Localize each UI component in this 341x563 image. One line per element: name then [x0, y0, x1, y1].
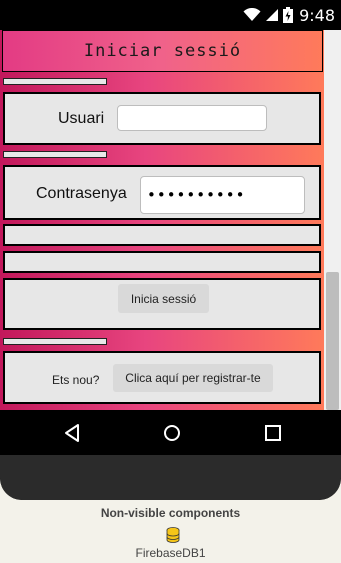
battery-icon [283, 7, 294, 23]
divider-bar [3, 151, 107, 158]
scrollbar[interactable] [324, 30, 341, 410]
login-button[interactable]: Inicia sessió [118, 284, 209, 313]
firebase-component-label[interactable]: FirebaseDB1 [0, 546, 341, 560]
nav-bar [0, 410, 341, 455]
scrollbar-thumb[interactable] [326, 272, 339, 410]
app-screen: Iniciar sessió Usuari Contrasenya ••••••… [0, 30, 341, 410]
status-bar: 9:48 [0, 0, 341, 30]
register-button[interactable]: Clica aquí per registrar-te [113, 364, 273, 392]
database-icon [166, 527, 180, 543]
home-icon[interactable] [161, 422, 183, 444]
recents-icon[interactable] [262, 422, 284, 444]
page-title: Iniciar sessió [2, 30, 323, 72]
username-row: Usuari [3, 92, 321, 145]
username-label: Usuari [58, 110, 105, 127]
wifi-icon [243, 8, 261, 21]
register-row: Ets nou? Clica aquí per registrar-te [3, 351, 321, 404]
divider-bar [3, 338, 107, 345]
status-time: 9:48 [299, 5, 335, 25]
divider-bar [3, 78, 107, 85]
password-input[interactable]: •••••••••• [140, 176, 305, 214]
username-input[interactable] [117, 105, 267, 131]
phone-chin [0, 455, 341, 500]
spacer-panel [3, 251, 321, 273]
phone-frame: 9:48 Iniciar sessió Usuari Contrasenya •… [0, 0, 341, 500]
back-icon[interactable] [61, 422, 83, 444]
spacer-panel [3, 224, 321, 246]
password-row: Contrasenya •••••••••• [3, 165, 321, 220]
signal-icon [266, 9, 279, 21]
login-row: Inicia sessió [3, 278, 321, 330]
password-label: Contrasenya [36, 185, 127, 202]
non-visible-components-title: Non-visible components [100, 506, 241, 520]
form-container: Iniciar sessió Usuari Contrasenya ••••••… [0, 30, 324, 410]
new-user-label: Ets nou? [52, 373, 100, 387]
